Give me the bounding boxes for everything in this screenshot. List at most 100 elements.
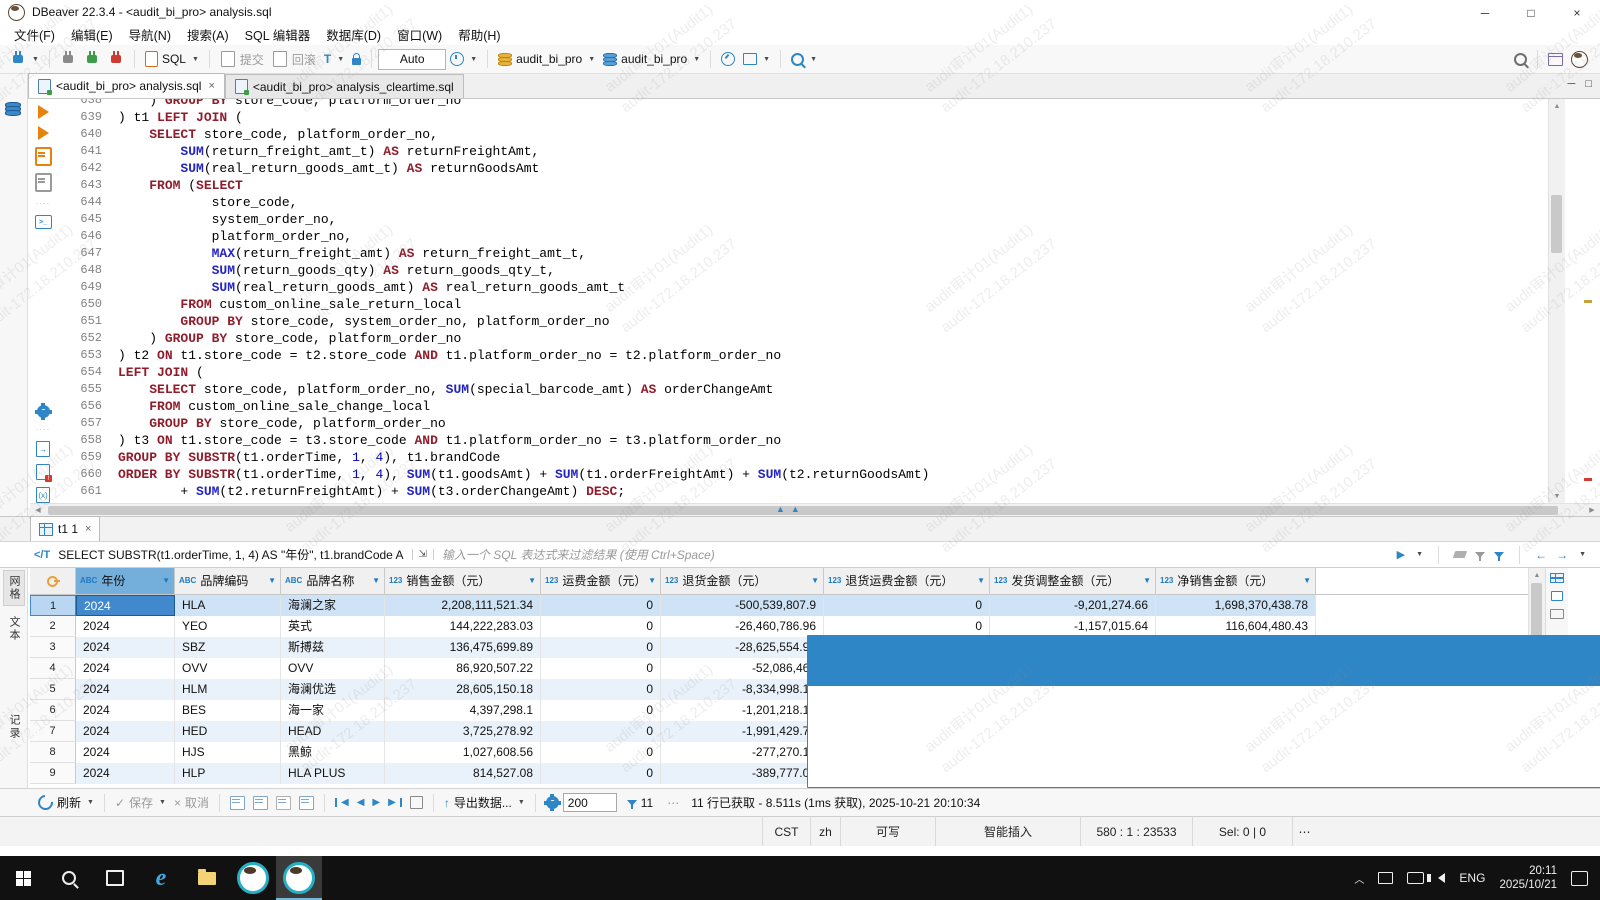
commit-mode-select[interactable]: Auto	[378, 49, 446, 70]
last-row-button[interactable]: ▶	[384, 795, 406, 810]
code-line[interactable]: 650 FROM custom_online_sale_return_local	[56, 296, 1548, 313]
grid-cell[interactable]: 86,920,507.22	[385, 658, 541, 679]
grid-cell[interactable]: 3,725,278.92	[385, 721, 541, 742]
column-header[interactable]: 123发货调整金额（元）▼	[990, 568, 1156, 594]
code-line[interactable]: 660ORDER BY SUBSTR(t1.orderTime, 1, 4), …	[56, 466, 1548, 483]
sql-editor[interactable]: 638 ) GROUP BY store_code, platform_orde…	[56, 99, 1548, 503]
grid-cell[interactable]: HLA PLUS	[281, 763, 385, 784]
status-cell-3[interactable]: 可写	[840, 817, 935, 846]
code-line[interactable]: 640 SELECT store_code, platform_order_no…	[56, 126, 1548, 143]
grid-cell[interactable]: 0	[824, 595, 990, 616]
grid-cell[interactable]: -1,157,015.64	[990, 616, 1156, 637]
grid-cell[interactable]: 2024	[76, 616, 175, 637]
grid-cell[interactable]: -500,539,807.9	[661, 595, 824, 616]
grid-cell[interactable]: 136,475,699.89	[385, 637, 541, 658]
close-button[interactable]: ×	[1554, 0, 1600, 26]
grid-cell[interactable]: -8,334,998.18	[661, 679, 824, 700]
column-header[interactable]: 123净销售金额（元）▼	[1156, 568, 1316, 594]
rollback-button[interactable]: 回滚	[268, 49, 320, 70]
code-line[interactable]: 657 GROUP BY store_code, platform_order_…	[56, 415, 1548, 432]
grid-cell[interactable]: -52,086,466	[661, 658, 824, 679]
more-icon[interactable]: ⋯	[667, 796, 679, 810]
schema-select[interactable]: audit_bi_pro▼	[599, 50, 704, 68]
grid-cell[interactable]: 2024	[76, 700, 175, 721]
execute-new-tab-icon[interactable]	[38, 126, 49, 140]
notification-center-icon[interactable]	[1571, 871, 1588, 886]
code-line[interactable]: 641 SUM(return_freight_amt_t) AS returnF…	[56, 143, 1548, 160]
column-header[interactable]: ABC品牌名称▼	[281, 568, 385, 594]
scroll-down-icon[interactable]: ▼	[1549, 489, 1565, 503]
menu-item[interactable]: 编辑(E)	[63, 23, 121, 46]
editor-tab[interactable]: <audit_bi_pro> analysis_cleartime.sql	[225, 74, 464, 98]
dashboard-button[interactable]	[717, 50, 739, 68]
grid-cell[interactable]: 2024	[76, 637, 175, 658]
grid-cell[interactable]: 0	[541, 679, 661, 700]
grid-cell[interactable]: HLM	[175, 679, 281, 700]
speaker-icon[interactable]	[1438, 873, 1445, 883]
code-line[interactable]: 638 ) GROUP BY store_code, platform_orde…	[56, 99, 1548, 109]
code-line[interactable]: 655 SELECT store_code, platform_order_no…	[56, 381, 1548, 398]
grid-cell[interactable]: 814,527.08	[385, 763, 541, 784]
column-header[interactable]: 123退货金额（元）▼	[661, 568, 824, 594]
reconnect-button[interactable]	[80, 49, 104, 69]
grid-cell[interactable]: -389,777.03	[661, 763, 824, 784]
metadata-panel-icon[interactable]	[1551, 591, 1563, 601]
sql-terminal-icon[interactable]: >_	[35, 215, 52, 229]
save-button[interactable]: ✓保存▼	[111, 792, 170, 813]
export-script-icon[interactable]: →	[36, 441, 50, 457]
row-number[interactable]: 7	[30, 721, 76, 742]
collapse-up-icon[interactable]: ▲	[791, 504, 800, 514]
grid-cell[interactable]: HEAD	[281, 721, 385, 742]
grid-cell[interactable]: -1,991,429.74	[661, 721, 824, 742]
code-line[interactable]: 645 system_order_no,	[56, 211, 1548, 228]
column-dropdown-icon[interactable]: ▼	[528, 568, 536, 594]
code-line[interactable]: 659GROUP BY SUBSTR(t1.orderTime, 1, 4), …	[56, 449, 1548, 466]
explain-plan-icon[interactable]	[35, 173, 52, 192]
collapse-up-icon[interactable]: ▲	[776, 504, 785, 514]
quick-search-button[interactable]: ▼	[787, 51, 821, 68]
transaction-log-button[interactable]: ▼	[446, 50, 481, 68]
column-dropdown-icon[interactable]: ▼	[268, 568, 276, 594]
status-more-icon[interactable]: ⋯	[1292, 817, 1316, 846]
grid-cell[interactable]: 2024	[76, 595, 175, 616]
execute-statement-icon[interactable]	[38, 105, 49, 119]
code-line[interactable]: 654LEFT JOIN (	[56, 364, 1548, 381]
value-panel-icon[interactable]	[1550, 573, 1564, 583]
connect-button[interactable]	[56, 49, 80, 69]
minimize-button[interactable]: ─	[1462, 0, 1508, 26]
close-icon[interactable]: ×	[208, 80, 214, 92]
grid-cell[interactable]: 1,027,608.56	[385, 742, 541, 763]
database-select[interactable]: audit_bi_pro▼	[494, 50, 599, 68]
back-icon[interactable]: ←	[1535, 548, 1547, 562]
grid-cell[interactable]: HED	[175, 721, 281, 742]
scroll-left-icon[interactable]: ◀	[30, 504, 46, 516]
menu-item[interactable]: 导航(N)	[121, 23, 179, 46]
grid-cell[interactable]: HLA	[175, 595, 281, 616]
file-explorer-button[interactable]	[184, 856, 230, 900]
editor-tab[interactable]: <audit_bi_pro> analysis.sql×	[28, 73, 225, 98]
code-line[interactable]: 642 SUM(real_return_goods_amt_t) AS retu…	[56, 160, 1548, 177]
grid-cell[interactable]: SBZ	[175, 637, 281, 658]
grid-cell[interactable]: 2024	[76, 721, 175, 742]
grid-cell[interactable]: 0	[541, 742, 661, 763]
filter-expression[interactable]: SELECT SUBSTR(t1.orderTime, 1, 4) AS "年份…	[58, 546, 403, 563]
column-dropdown-icon[interactable]: ▼	[811, 568, 819, 594]
row-number[interactable]: 9	[30, 763, 76, 784]
code-line[interactable]: 656 FROM custom_online_sale_change_local	[56, 398, 1548, 415]
remove-filter-icon[interactable]	[1475, 552, 1485, 558]
grid-cell[interactable]: YEO	[175, 616, 281, 637]
column-header[interactable]: 123退货运费金额（元）▼	[824, 568, 990, 594]
grid-cell[interactable]: 0	[541, 721, 661, 742]
status-cell-1[interactable]: CST	[762, 817, 810, 846]
row-number[interactable]: 6	[30, 700, 76, 721]
network-button[interactable]: ▼	[739, 51, 774, 67]
row-number[interactable]: 3	[30, 637, 76, 658]
perspective-button[interactable]	[1544, 51, 1567, 68]
add-row-button[interactable]	[249, 794, 272, 812]
transaction-mode-button[interactable]: T▼	[320, 50, 348, 68]
edit-cell-button[interactable]	[226, 794, 249, 812]
column-dropdown-icon[interactable]: ▼	[977, 568, 985, 594]
grid-cell[interactable]: 0	[824, 616, 990, 637]
duplicate-row-button[interactable]	[272, 794, 295, 812]
chart-panel-icon[interactable]	[807, 635, 1600, 788]
